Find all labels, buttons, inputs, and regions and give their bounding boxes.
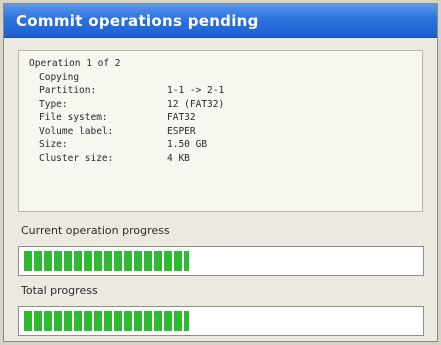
title-bar[interactable]: Commit operations pending [4, 4, 437, 38]
detail-label: Size: [39, 139, 68, 150]
detail-row-file-system: File system: FAT32 [29, 111, 412, 125]
current-progress-label: Current operation progress [21, 224, 170, 237]
detail-label: Cluster size: [39, 152, 114, 164]
detail-label: Partition: [39, 85, 97, 96]
window-title: Commit operations pending [16, 11, 259, 30]
total-progress-fill [24, 311, 190, 331]
total-progress-bar [18, 306, 424, 336]
detail-value: 1-1 -> 2-1 [167, 85, 225, 96]
detail-value: ESPER [167, 125, 196, 137]
detail-value: 12 (FAT32) [167, 98, 225, 110]
detail-value: 1.50 GB [167, 139, 208, 150]
operation-counter: Operation 1 of 2 [29, 58, 121, 69]
total-progress-label: Total progress [21, 284, 98, 297]
detail-row-size: Size: 1.50 GB [29, 138, 412, 152]
detail-label: Volume label: [39, 125, 114, 137]
detail-row-volume-label: Volume label: ESPER [29, 125, 412, 139]
detail-row-cluster-size: Cluster size: 4 KB [29, 152, 412, 166]
detail-value: 4 KB [167, 152, 190, 164]
operation-action: Copying [39, 71, 80, 83]
current-progress-fill [24, 251, 190, 271]
detail-label: File system: [39, 112, 108, 123]
detail-value: FAT32 [167, 112, 196, 123]
operation-details-panel: Operation 1 of 2 Copying Partition: 1-1 … [18, 50, 423, 212]
current-progress-bar [18, 246, 424, 276]
commit-operations-dialog: Commit operations pending Operation 1 of… [3, 3, 438, 342]
detail-row-type: Type: 12 (FAT32) [29, 98, 412, 112]
detail-row-partition: Partition: 1-1 -> 2-1 [29, 84, 412, 98]
detail-label: Type: [39, 98, 68, 110]
